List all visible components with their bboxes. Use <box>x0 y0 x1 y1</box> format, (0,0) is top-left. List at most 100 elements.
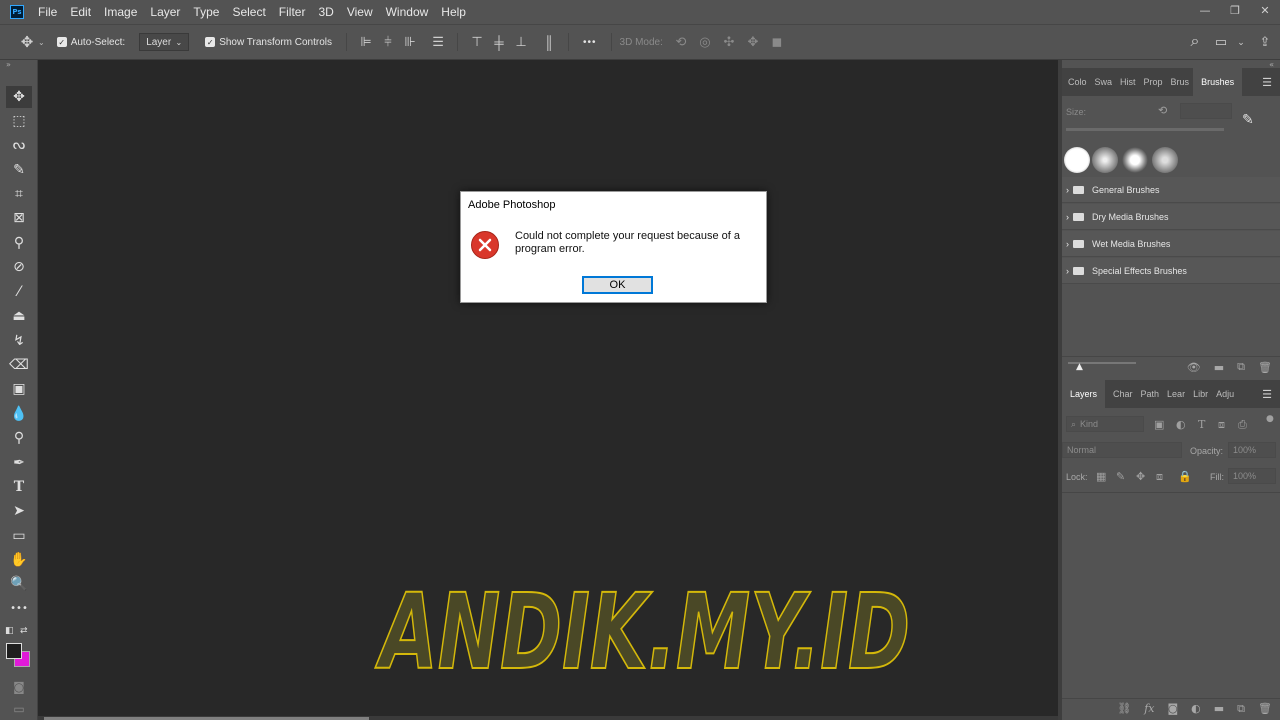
align-top-icon[interactable]: ⊤ <box>466 34 488 50</box>
share-icon[interactable]: ⇪ <box>1254 34 1276 50</box>
tab-brushes[interactable]: Brushes <box>1193 68 1243 96</box>
3d-orbit-icon[interactable]: ⟲ <box>669 34 693 50</box>
lock-all-icon[interactable]: 🔒 <box>1178 470 1192 483</box>
trash-icon[interactable]: 🗑 <box>1258 702 1272 715</box>
quick-select-tool-icon[interactable]: ✎ <box>6 159 32 181</box>
gradient-tool-icon[interactable]: ▣ <box>6 378 32 400</box>
crop-tool-icon[interactable]: ⌗ <box>6 183 32 205</box>
align-bottom-icon[interactable]: ⊥ <box>510 34 532 50</box>
hand-tool-icon[interactable]: ✋ <box>6 549 32 571</box>
menu-image[interactable]: Image <box>104 5 137 19</box>
layers-list[interactable] <box>1062 492 1280 698</box>
size-slider[interactable] <box>1066 128 1224 131</box>
swap-colors-icon[interactable]: ⇄ <box>20 626 28 636</box>
link-layers-icon[interactable]: ⛓ <box>1117 702 1131 715</box>
filter-adjustment-icon[interactable]: ◐ <box>1176 418 1186 431</box>
panel-menu-icon[interactable]: ☰ <box>1262 76 1272 89</box>
menu-window[interactable]: Window <box>386 5 429 19</box>
new-adjustment-layer-icon[interactable]: ◐ <box>1191 702 1201 715</box>
align-left-icon[interactable]: ⊫ <box>355 34 377 50</box>
auto-select-checkbox[interactable]: ✓ <box>56 37 67 47</box>
new-layer-icon[interactable]: ⧉ <box>1237 702 1245 716</box>
blur-tool-icon[interactable]: 💧 <box>6 403 32 425</box>
move-tool-icon[interactable]: ✥ <box>6 86 32 108</box>
brush-tip-hard-round[interactable] <box>1064 147 1090 173</box>
restore-button[interactable]: ❐ <box>1220 0 1250 20</box>
tab-history[interactable]: Hist <box>1116 68 1140 96</box>
tab-paths[interactable]: Path <box>1137 380 1164 408</box>
distribute-vertical-icon[interactable]: ║ <box>538 35 560 50</box>
history-brush-tool-icon[interactable]: ↯ <box>6 330 32 352</box>
workspace-icon[interactable]: ▭ <box>1210 34 1232 50</box>
type-tool-icon[interactable]: T <box>6 476 32 498</box>
trash-icon[interactable]: 🗑 <box>1258 361 1272 374</box>
tab-color[interactable]: Colo <box>1064 68 1091 96</box>
filter-shape-icon[interactable]: ⧈ <box>1218 418 1225 432</box>
tab-libraries[interactable]: Libr <box>1189 380 1212 408</box>
brush-group-row[interactable]: › Wet Media Brushes <box>1062 231 1280 257</box>
lock-artboard-icon[interactable]: ⧈ <box>1156 470 1163 484</box>
lock-transparent-icon[interactable]: ▦ <box>1096 470 1106 483</box>
quick-mask-icon[interactable]: ◙ <box>6 676 32 698</box>
filter-pixel-icon[interactable]: ▣ <box>1154 418 1164 431</box>
chevron-right-icon[interactable]: › <box>1066 212 1069 222</box>
brush-group-row[interactable]: › General Brushes <box>1062 177 1280 203</box>
brush-tip-soft-round-2[interactable] <box>1152 147 1178 173</box>
menu-3d[interactable]: 3D <box>318 5 333 19</box>
brush-group-row[interactable]: › Dry Media Brushes <box>1062 204 1280 230</box>
new-brush-preset-icon[interactable]: ✎ <box>1242 112 1254 128</box>
more-tools-icon[interactable]: ••• <box>6 597 32 619</box>
close-button[interactable]: ✕ <box>1250 0 1280 20</box>
lock-position-icon[interactable]: ✥ <box>1136 470 1145 483</box>
opacity-input[interactable]: 100% <box>1228 442 1276 458</box>
3d-slide-icon[interactable]: ✥ <box>741 34 765 50</box>
new-group-icon[interactable]: ▬ <box>1214 361 1224 374</box>
healing-brush-tool-icon[interactable]: ⊘ <box>6 256 32 278</box>
distribute-horizontal-icon[interactable]: ☰ <box>427 34 449 50</box>
tab-properties[interactable]: Prop <box>1140 68 1167 96</box>
zoom-tool-icon[interactable]: 🔍 <box>6 573 32 595</box>
tab-learn[interactable]: Lear <box>1163 380 1189 408</box>
auto-select-dropdown[interactable]: Layer ⌄ <box>139 33 190 51</box>
align-vcenter-icon[interactable]: ╪ <box>488 35 510 50</box>
new-brush-icon[interactable]: ⧉ <box>1237 360 1245 374</box>
chevron-right-icon[interactable]: › <box>1066 266 1069 276</box>
frame-tool-icon[interactable]: ⊠ <box>6 207 32 229</box>
default-colors-icon[interactable]: ◧ <box>5 626 14 636</box>
marquee-tool-icon[interactable]: ⬚ <box>6 110 32 132</box>
layer-style-icon[interactable]: fx <box>1144 702 1154 715</box>
tool-preset-chevron-icon[interactable]: ⌄ <box>38 38 45 47</box>
chevron-right-icon[interactable]: › <box>1066 239 1069 249</box>
align-right-icon[interactable]: ⊪ <box>399 34 421 50</box>
clone-stamp-tool-icon[interactable]: ⏏ <box>6 305 32 327</box>
3d-pan-icon[interactable]: ✣ <box>717 34 741 50</box>
tab-brush-settings[interactable]: Brus <box>1167 68 1194 96</box>
blend-mode-dropdown[interactable]: Normal <box>1062 442 1182 458</box>
tab-layers[interactable]: Layers <box>1062 380 1106 408</box>
brush-tip-splatter[interactable] <box>1122 147 1148 173</box>
pen-tool-icon[interactable]: ✒ <box>6 452 32 474</box>
menu-select[interactable]: Select <box>232 5 265 19</box>
eyedropper-tool-icon[interactable]: ⚲ <box>6 232 32 254</box>
minimize-button[interactable]: — <box>1190 0 1220 20</box>
3d-roll-icon[interactable]: ◎ <box>693 34 717 50</box>
tab-adjustments[interactable]: Adju <box>1212 380 1238 408</box>
eraser-tool-icon[interactable]: ⌫ <box>6 354 32 376</box>
ok-button[interactable]: OK <box>582 276 653 294</box>
menu-edit[interactable]: Edit <box>70 5 91 19</box>
screen-mode-icon[interactable]: ▭ <box>6 698 32 720</box>
menu-help[interactable]: Help <box>441 5 466 19</box>
filter-toggle-icon[interactable]: ● <box>1266 414 1274 424</box>
brush-tool-icon[interactable]: ⁄ <box>6 281 32 303</box>
reset-size-icon[interactable]: ⟲ <box>1158 104 1167 117</box>
brush-group-row[interactable]: › Special Effects Brushes <box>1062 258 1280 284</box>
size-input[interactable] <box>1180 103 1232 119</box>
dodge-tool-icon[interactable]: ⚲ <box>6 427 32 449</box>
show-transform-checkbox[interactable]: ✓ <box>205 37 216 47</box>
tab-swatches[interactable]: Swa <box>1091 68 1117 96</box>
new-group-icon[interactable]: ▬ <box>1214 702 1224 715</box>
lock-image-icon[interactable]: ✎ <box>1116 470 1125 483</box>
collapse-toolbar-icon[interactable]: » <box>6 60 11 69</box>
search-icon[interactable]: ⌕ <box>1184 33 1206 51</box>
menu-file[interactable]: File <box>38 5 57 19</box>
